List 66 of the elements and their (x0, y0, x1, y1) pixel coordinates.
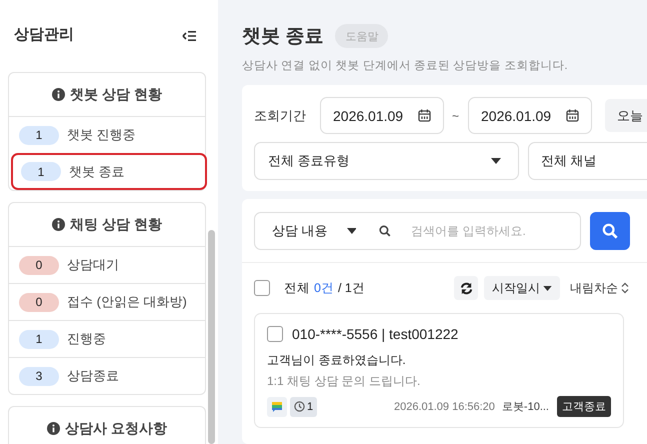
wait-count-badge: 1 (290, 396, 318, 416)
item-label: 챗봇 종료 (69, 162, 125, 180)
caret-icon (543, 286, 552, 290)
search-input[interactable]: 검색어를 입력하세요. (409, 223, 570, 239)
count-badge: 3 (19, 366, 59, 386)
period-label: 조회기간 (254, 106, 306, 124)
channel-icon (267, 396, 287, 416)
section-title: 상담사 요청사항 (65, 420, 167, 438)
sidebar-item[interactable]: 0 상담대기 (9, 246, 205, 283)
item-label: 상담종료 (67, 367, 119, 385)
search-icon (379, 225, 392, 237)
end-type-dropdown[interactable]: 전체 종료유형 (254, 142, 519, 180)
refresh-button[interactable] (454, 276, 478, 300)
search-icon (602, 223, 618, 239)
count-badge: 1 (19, 330, 59, 348)
range-separator: ~ (452, 108, 460, 122)
info-icon (52, 218, 66, 231)
sort-arrows-icon (621, 282, 629, 294)
caret-icon (346, 228, 356, 234)
total-count: / 1건 (338, 280, 365, 296)
item-label: 챗봇 진행중 (67, 126, 136, 144)
info-icon (52, 88, 66, 101)
sidebar-item[interactable]: 0 접수 (안읽은 대화방) (9, 283, 205, 320)
sidebar-item[interactable]: 1 챗봇 진행중 (9, 116, 205, 153)
info-icon (47, 422, 60, 435)
refresh-icon (460, 282, 472, 294)
collapse-sidebar-icon[interactable] (182, 30, 196, 42)
page-description: 상담사 연결 없이 챗봇 단계에서 종료된 상담방을 조회합니다. (242, 59, 569, 73)
agent-name: 로봇-10... (502, 400, 549, 414)
sidebar-item[interactable]: 3 상담종료 (9, 357, 205, 394)
select-all-checkbox[interactable] (254, 280, 270, 296)
caret-icon (491, 158, 501, 164)
timestamp: 2026.01.09 16:56:20 (394, 400, 495, 412)
item-title: 010-****-5556 | test001222 (292, 326, 458, 342)
calendar-icon (566, 109, 580, 122)
chat-item-card[interactable]: 010-****-5556 | test001222 고객님이 종료하였습니다. 1:1 채팅 상담 문의 드립니다. 1 2026.01.09 16:56:20 로봇-10... 고객종료 (254, 313, 624, 428)
sidebar-item[interactable]: 1 진행중 (9, 320, 205, 357)
calendar-icon (418, 109, 431, 122)
count-badge: 0 (19, 292, 59, 312)
page-title: 챗봇 종료 (242, 25, 324, 49)
search-button[interactable] (590, 212, 630, 250)
today-button[interactable]: 오늘 (605, 99, 647, 132)
search-scope-dropdown[interactable]: 상담 내용 (272, 222, 347, 240)
count-badge: 1 (21, 162, 61, 181)
channel-dropdown[interactable]: 전체 채널 (528, 142, 647, 180)
item-checkbox[interactable] (267, 326, 283, 342)
start-date-field[interactable]: 2026.01.09 (320, 97, 444, 134)
sidebar-item[interactable]: 1 챗봇 종료 (11, 153, 207, 190)
item-label: 상담대기 (67, 256, 119, 274)
count-badge: 1 (19, 126, 59, 144)
sort-field-dropdown[interactable]: 시작일시 (484, 276, 560, 300)
sort-order-button[interactable]: 내림차순 (564, 280, 629, 296)
message-preview: 1:1 채팅 상담 문의 드립니다. (267, 373, 422, 390)
selected-count: 0건 (314, 280, 334, 296)
scrollbar[interactable] (208, 230, 215, 444)
status-message: 고객님이 종료하였습니다. (267, 352, 407, 369)
item-label: 진행중 (67, 330, 106, 348)
end-type-tag: 고객종료 (557, 396, 611, 417)
sidebar-title: 상담관리 (14, 24, 74, 44)
select-all-label: 전체 (284, 280, 310, 296)
clock-icon (294, 401, 305, 412)
section-title: 채팅 상담 현황 (70, 216, 162, 234)
section-title: 챗봇 상담 현황 (70, 86, 162, 104)
end-date-field[interactable]: 2026.01.09 (468, 97, 592, 134)
item-label: 접수 (안읽은 대화방) (67, 293, 187, 311)
count-badge: 0 (19, 256, 59, 274)
